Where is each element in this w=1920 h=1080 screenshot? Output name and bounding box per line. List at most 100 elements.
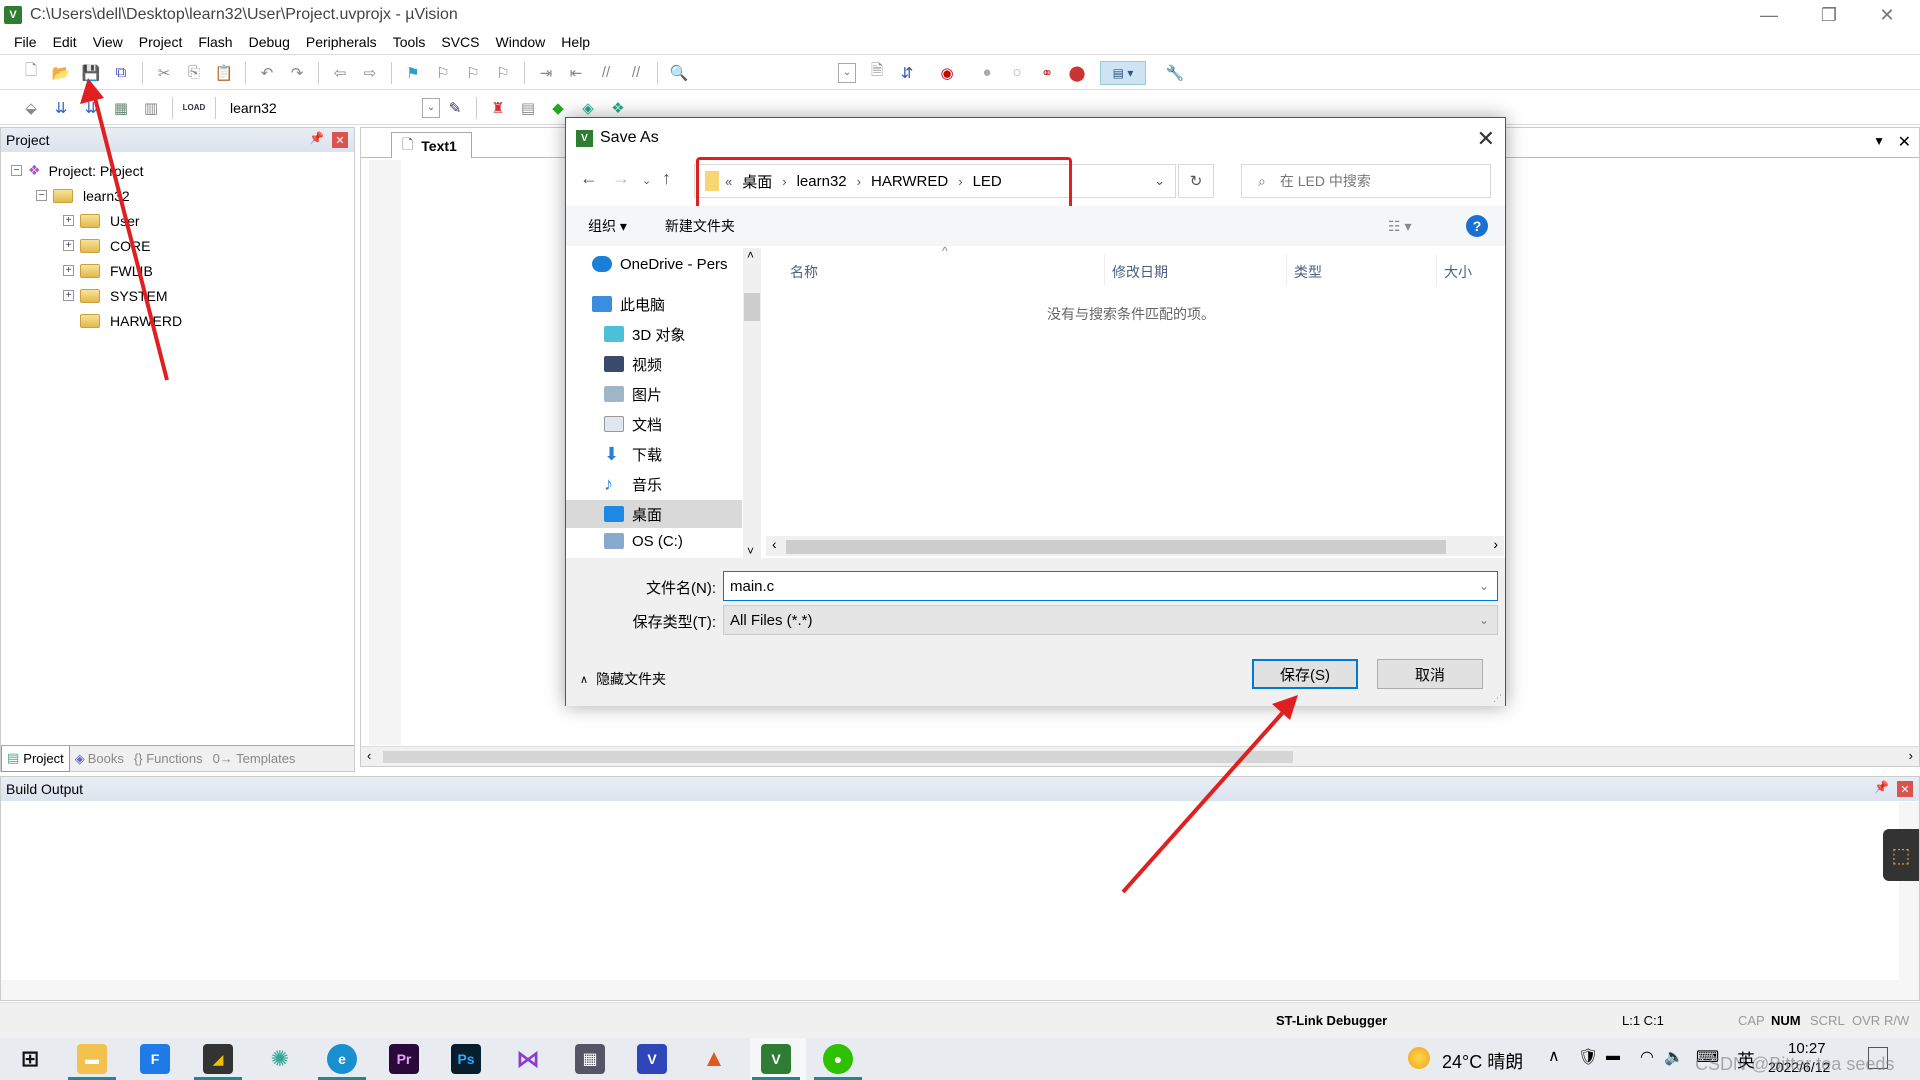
tree-node-core[interactable]: + CORE [11, 233, 354, 258]
breakpoint-disable-all-icon[interactable]: ⚭ [1036, 63, 1058, 83]
configure-icon[interactable]: 🔧 [1164, 63, 1186, 83]
menu-edit[interactable]: Edit [45, 34, 85, 50]
file-list-horizontal-scrollbar[interactable]: ‹ › [766, 536, 1504, 556]
breakpoint-icon[interactable]: ● [976, 63, 998, 83]
nav-item-downloads[interactable]: ⬇ 下载 [566, 440, 742, 468]
tab-books[interactable]: ◈ Books [70, 751, 129, 767]
browse-icon[interactable]: ⇵ [896, 63, 918, 83]
nav-item-videos[interactable]: 视频 [566, 350, 742, 378]
download-load-icon[interactable]: LOAD [183, 98, 206, 118]
column-header-size[interactable]: 大小 [1444, 262, 1472, 282]
tree-node-user[interactable]: + User [11, 208, 354, 233]
tree-node-harwerd[interactable]: HARWERD [11, 308, 354, 333]
window-layout-button[interactable]: ▤ ▾ [1100, 61, 1146, 85]
rebuild-icon[interactable]: ⇊ [80, 98, 102, 118]
menu-flash[interactable]: Flash [190, 34, 240, 50]
battery-icon[interactable]: ▬ [1606, 1047, 1620, 1063]
menu-project[interactable]: Project [131, 34, 191, 50]
scroll-up-icon[interactable]: ˄ [747, 248, 754, 262]
pin-icon[interactable]: 📌 [1874, 780, 1889, 794]
nav-item-desktop[interactable]: 桌面 [566, 500, 742, 528]
breakpoint-kill-all-icon[interactable]: ⬤ [1066, 63, 1088, 83]
close-panel-icon[interactable]: ✕ [1897, 781, 1913, 797]
cancel-button[interactable]: 取消 [1377, 659, 1483, 689]
nav-item-os-c[interactable]: OS (C:) [566, 530, 742, 552]
uncomment-icon[interactable]: // [625, 63, 647, 83]
menu-tools[interactable]: Tools [385, 34, 434, 50]
organize-button[interactable]: 组织 ▾ [588, 216, 627, 236]
navigation-pane-scrollbar[interactable]: ˄ ˅ [743, 248, 761, 558]
column-header-date-modified[interactable]: 修改日期 [1112, 262, 1168, 282]
close-button[interactable]: ✕ [1858, 0, 1916, 30]
nav-item-3d-objects[interactable]: 3D 对象 [566, 320, 742, 348]
expand-icon[interactable]: + [63, 215, 74, 226]
keil-uv4-icon[interactable]: V [637, 1044, 667, 1074]
target-select[interactable]: learn32 [230, 96, 410, 120]
tab-templates[interactable]: 0→ Templates [208, 751, 301, 766]
matlab-icon[interactable]: ▲ [699, 1044, 729, 1074]
pin-icon[interactable]: 📌 [309, 131, 324, 145]
menu-peripherals[interactable]: Peripherals [298, 34, 385, 50]
weather-text[interactable]: 24°C 晴朗 [1442, 1048, 1523, 1074]
view-options-icon[interactable]: ☷ ▾ [1388, 218, 1411, 235]
scroll-down-icon[interactable]: ˅ [747, 544, 754, 558]
select-packs-icon[interactable]: ◆ [547, 98, 569, 118]
scrollbar-thumb[interactable] [786, 540, 1446, 554]
menu-window[interactable]: Window [488, 34, 554, 50]
nav-forward-icon[interactable]: ⇨ [359, 63, 381, 83]
nav-item-this-pc[interactable]: 此电脑 [566, 290, 742, 318]
wifi-icon[interactable]: ◠ [1640, 1047, 1654, 1067]
new-file-icon[interactable]: 🗋 [20, 62, 42, 83]
batch-build-icon[interactable]: ▦ [110, 98, 132, 118]
indent-icon[interactable]: ⇥ [535, 63, 557, 83]
show-hidden-icons-chevron[interactable]: ∧ [1548, 1046, 1560, 1066]
minimize-button[interactable]: — [1740, 0, 1798, 30]
start-icon[interactable]: ⊞ [15, 1044, 45, 1074]
bookmark-clear-icon[interactable]: ⚐ [492, 63, 514, 83]
filetype-dropdown-icon[interactable]: ⌄ [1479, 613, 1489, 627]
swirl-app-icon[interactable]: ✺ [265, 1044, 295, 1074]
comment-icon[interactable]: // [595, 63, 617, 83]
collapse-icon[interactable]: − [11, 165, 22, 176]
hide-folders-toggle[interactable]: ∧ 隐藏文件夹 [580, 669, 666, 689]
collapse-icon[interactable]: − [36, 190, 47, 201]
close-tab-icon[interactable]: ✕ [1898, 132, 1911, 152]
nav-item-pictures[interactable]: 图片 [566, 380, 742, 408]
tree-node-project[interactable]: − ❖ Project: Project [11, 158, 354, 183]
restore-button[interactable]: ❐ [1800, 0, 1858, 30]
menu-view[interactable]: View [85, 34, 131, 50]
undo-icon[interactable]: ↶ [256, 63, 278, 83]
build-icon[interactable]: ⇊ [50, 98, 72, 118]
refresh-button[interactable]: ↻ [1178, 164, 1214, 198]
menu-file[interactable]: File [6, 34, 45, 50]
visual-studio-icon[interactable]: ⋈ [513, 1044, 543, 1074]
manage-multi-project-icon[interactable]: ▤ [517, 98, 539, 118]
filename-dropdown-icon[interactable]: ⌄ [1479, 579, 1489, 593]
menu-help[interactable]: Help [553, 34, 598, 50]
premiere-icon[interactable]: Pr [389, 1044, 419, 1074]
scroll-left-icon[interactable]: ‹ [772, 536, 777, 552]
expand-icon[interactable]: + [63, 265, 74, 276]
address-dropdown-icon[interactable]: ⌄ [1154, 173, 1165, 189]
scroll-right-icon[interactable]: › [1909, 748, 1913, 763]
target-dropdown[interactable]: ⌄ [422, 97, 440, 118]
recent-locations-icon[interactable]: ⌄ [642, 174, 651, 187]
wechat-icon[interactable]: ● [823, 1044, 853, 1074]
volume-icon[interactable]: 🔈 [1664, 1047, 1684, 1067]
column-header-type[interactable]: 类型 [1294, 262, 1322, 282]
grid-app-icon[interactable]: ▦ [575, 1044, 605, 1074]
find-in-files-icon[interactable]: 🔍 [668, 63, 690, 83]
close-panel-icon[interactable]: ✕ [332, 132, 348, 148]
scroll-left-icon[interactable]: ‹ [367, 748, 371, 763]
breakpoint-disable-icon[interactable]: ○ [1006, 63, 1028, 83]
expand-icon[interactable]: + [63, 240, 74, 251]
stop-build-icon[interactable]: ▥ [140, 98, 162, 118]
editor-tab-text1[interactable]: 🗋 Text1 [391, 132, 472, 158]
save-all-icon[interactable]: ⧉ [110, 63, 132, 83]
fluent-app-icon[interactable]: F [140, 1044, 170, 1074]
floating-widget-icon[interactable]: ⬚ [1883, 829, 1919, 881]
file-extensions-icon[interactable]: ♜ [487, 98, 509, 118]
expand-icon[interactable]: + [63, 290, 74, 301]
new-folder-button[interactable]: 新建文件夹 [665, 216, 735, 236]
nav-item-music[interactable]: ♪ 音乐 [566, 470, 742, 498]
